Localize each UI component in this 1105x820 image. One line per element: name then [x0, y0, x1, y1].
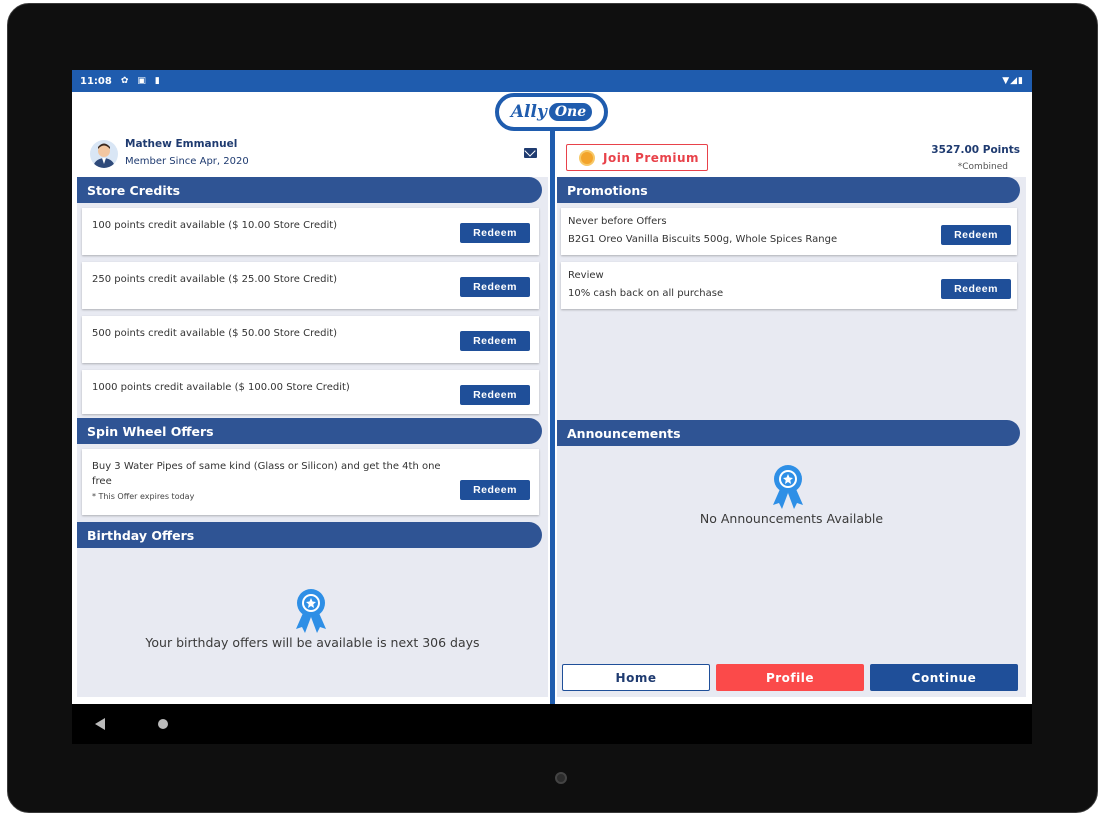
screen: 11:08 ✿ ▣ ▮ ▼◢▮ Ally One Mathew Emmanuel…	[72, 70, 1032, 704]
spin-wheel-offer-card: Buy 3 Water Pipes of same kind (Glass or…	[82, 449, 539, 515]
gear-icon: ✿	[120, 76, 129, 86]
announcements-header: Announcements	[557, 420, 1020, 446]
redeem-button[interactable]: Redeem	[460, 277, 530, 297]
store-credit-text: 250 points credit available ($ 25.00 Sto…	[92, 274, 338, 285]
redeem-button[interactable]: Redeem	[460, 223, 530, 243]
offer-description: Buy 3 Water Pipes of same kind (Glass or…	[92, 461, 441, 487]
store-credit-text: 100 points credit available ($ 10.00 Sto…	[92, 220, 338, 231]
promotion-title: Never before Offers	[568, 216, 667, 227]
store-credits-title: Store Credits	[87, 182, 181, 198]
column-divider	[550, 128, 555, 704]
join-premium-label: Join Premium	[603, 150, 700, 165]
promotion-description: 10% cash back on all purchase	[568, 288, 724, 299]
spin-wheel-offer-text: Buy 3 Water Pipes of same kind (Glass or…	[92, 459, 452, 504]
store-credit-card: 100 points credit available ($ 10.00 Sto…	[82, 208, 539, 255]
android-nav-bar	[72, 704, 1032, 744]
birthday-empty-message: Your birthday offers will be available i…	[145, 635, 480, 650]
store-credits-header: Store Credits	[77, 177, 542, 203]
left-panel: Store Credits 100 points credit availabl…	[77, 177, 548, 697]
signal-icon: ◢	[1010, 76, 1019, 86]
back-icon[interactable]	[95, 718, 105, 730]
status-right-icons: ▼◢▮	[1002, 76, 1024, 86]
mail-icon[interactable]	[524, 148, 537, 158]
award-ribbon-icon	[773, 465, 803, 509]
avatar[interactable]	[90, 140, 118, 168]
points-total: 3527.00 Points	[931, 144, 1020, 156]
wifi-icon: ▼	[1002, 76, 1011, 86]
birthday-offers-title: Birthday Offers	[87, 527, 195, 543]
promotion-title: Review	[568, 270, 604, 281]
sd-card-icon: ▮	[154, 76, 160, 86]
store-credit-card: 250 points credit available ($ 25.00 Sto…	[82, 262, 539, 309]
status-bar: 11:08 ✿ ▣ ▮ ▼◢▮	[72, 70, 1032, 92]
member-since: Member Since Apr, 2020	[125, 156, 249, 167]
points-note: *Combined	[957, 162, 1008, 172]
redeem-button[interactable]: Redeem	[941, 225, 1011, 245]
logo-text-ally: Ally	[510, 102, 547, 122]
offer-expiry-note: * This Offer expires today	[92, 492, 195, 501]
store-credit-text: 500 points credit available ($ 50.00 Sto…	[92, 328, 338, 339]
promotion-card: Review 10% cash back on all purchase Red…	[561, 262, 1017, 309]
store-credit-text: 1000 points credit available ($ 100.00 S…	[92, 382, 350, 393]
spin-wheel-title: Spin Wheel Offers	[87, 423, 214, 439]
camera	[555, 772, 567, 784]
store-credit-card: 1000 points credit available ($ 100.00 S…	[82, 370, 539, 414]
photo-icon: ▣	[137, 76, 146, 86]
redeem-button[interactable]: Redeem	[460, 480, 530, 500]
award-ribbon-icon	[296, 589, 326, 633]
app: Ally One Mathew Emmanuel Member Since Ap…	[72, 92, 1032, 704]
user-avatar-icon	[93, 143, 115, 168]
birthday-offers-header: Birthday Offers	[77, 522, 542, 548]
continue-button[interactable]: Continue	[870, 664, 1018, 691]
battery-icon: ▮	[1018, 76, 1024, 86]
promotion-card: Never before Offers B2G1 Oreo Vanilla Bi…	[561, 208, 1017, 255]
promotions-title: Promotions	[567, 182, 648, 198]
spin-wheel-header: Spin Wheel Offers	[77, 418, 542, 444]
home-button[interactable]: Home	[562, 664, 710, 691]
coin-icon	[579, 149, 595, 166]
user-name: Mathew Emmanuel	[125, 138, 238, 150]
right-panel: Promotions Never before Offers B2G1 Oreo…	[557, 177, 1026, 697]
join-premium-button[interactable]: Join Premium	[566, 144, 708, 171]
profile-button[interactable]: Profile	[716, 664, 864, 691]
promotions-header: Promotions	[557, 177, 1020, 203]
logo-text-one: One	[548, 103, 593, 121]
redeem-button[interactable]: Redeem	[460, 331, 530, 351]
home-icon[interactable]	[158, 719, 168, 729]
ally-one-logo: Ally One	[495, 93, 608, 131]
status-time: 11:08	[80, 75, 112, 87]
redeem-button[interactable]: Redeem	[460, 385, 530, 405]
announcements-title: Announcements	[567, 425, 681, 441]
store-credit-card: 500 points credit available ($ 50.00 Sto…	[82, 316, 539, 363]
promotion-description: B2G1 Oreo Vanilla Biscuits 500g, Whole S…	[568, 234, 838, 245]
redeem-button[interactable]: Redeem	[941, 279, 1011, 299]
announcements-empty-message: No Announcements Available	[699, 511, 884, 526]
